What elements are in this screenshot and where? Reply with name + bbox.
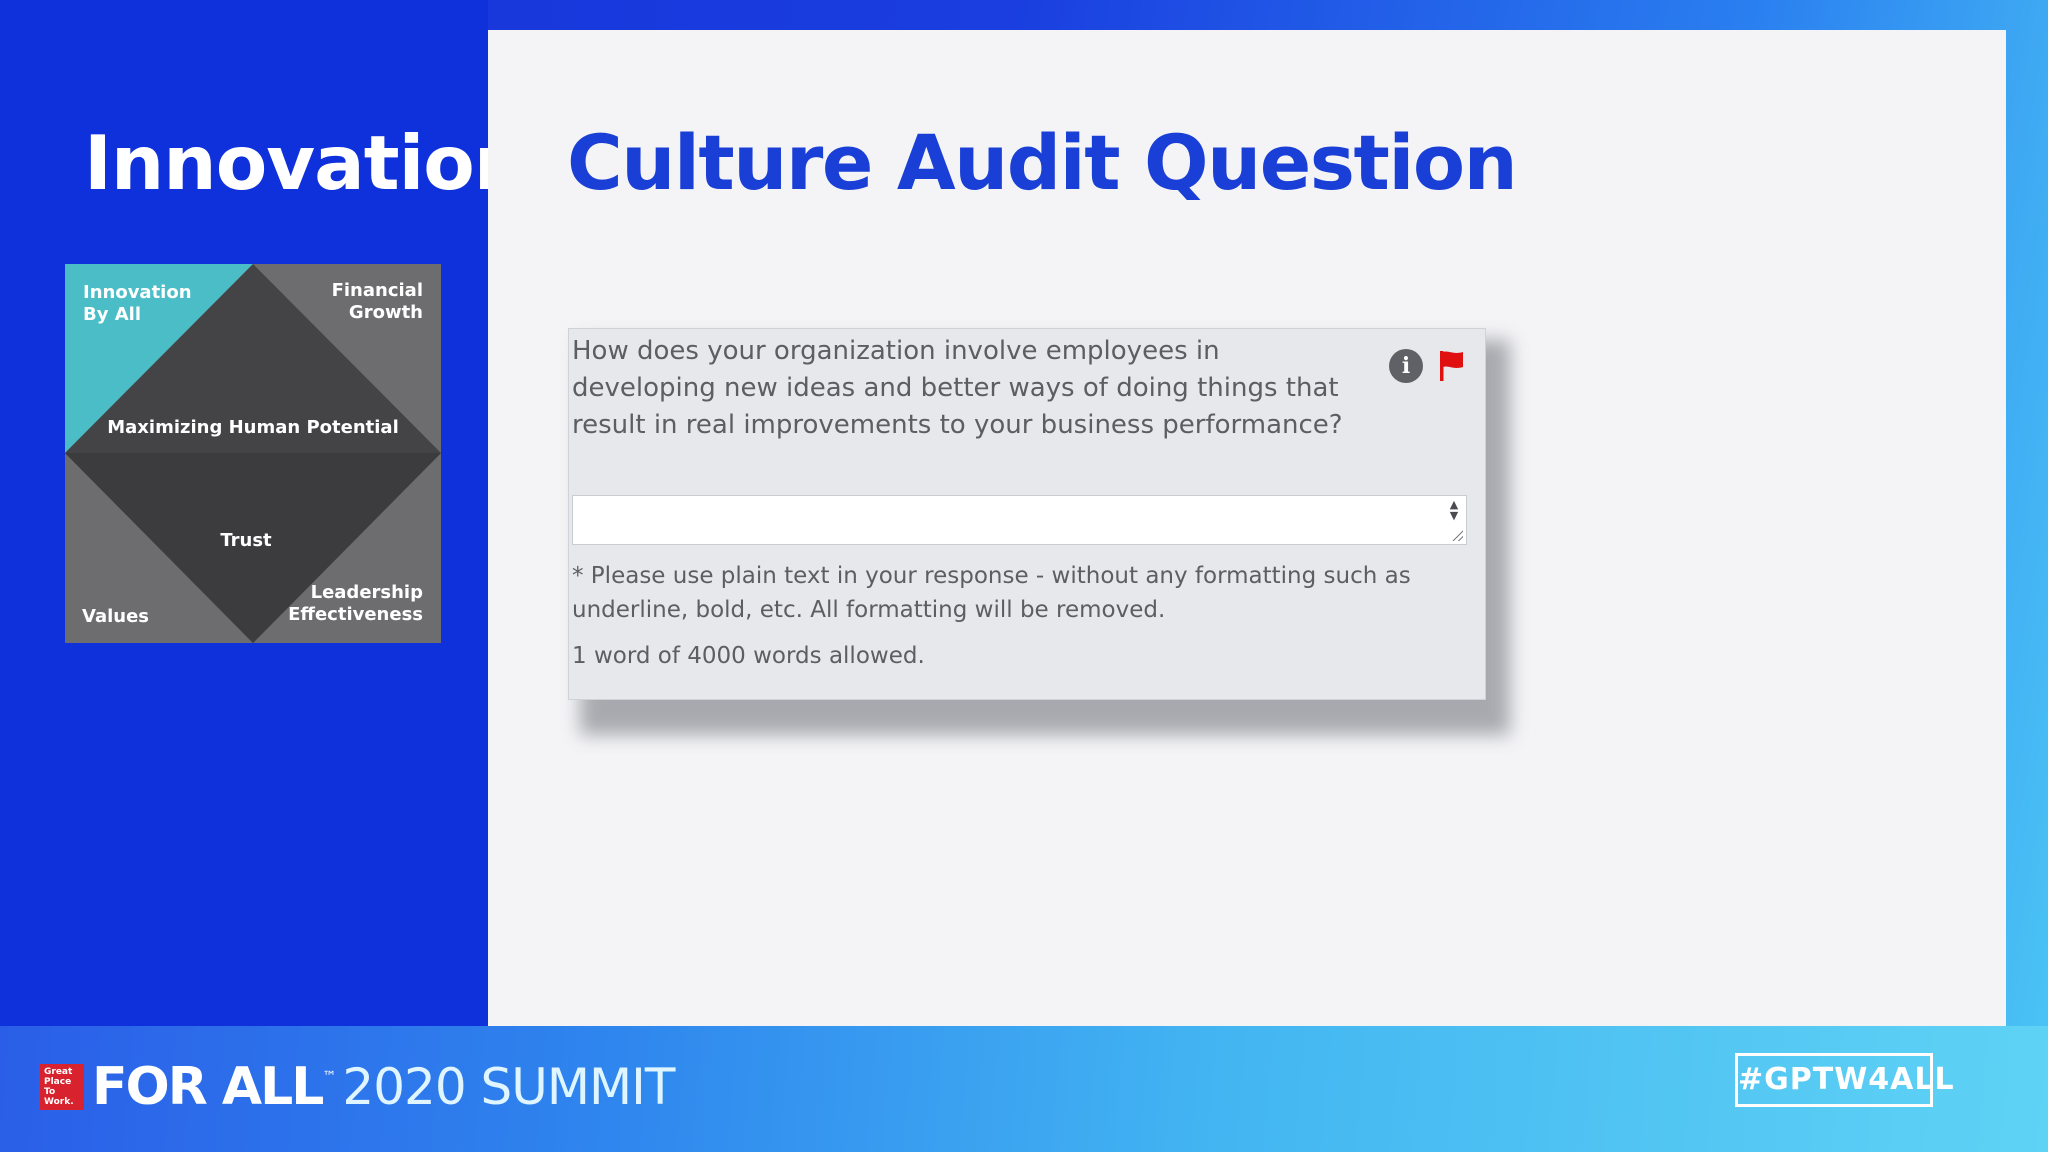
label-maximizing-human-potential: Maximizing Human Potential [107, 417, 399, 438]
summit-brand: Great Place To Work. FOR ALL ™ 2020 SUMM… [40, 1057, 675, 1117]
question-card: How does your organization involve emplo… [568, 328, 1486, 700]
formatting-note: * Please use plain text in your response… [572, 563, 1411, 623]
label-innovation-by-all: Innovation By All [83, 282, 192, 325]
hashtag-badge: #GPTW4ALL [1735, 1053, 1954, 1107]
brand-trademark: ™ [322, 1069, 337, 1085]
flag-icon[interactable] [1437, 349, 1467, 383]
resize-handle-icon[interactable] [1451, 529, 1463, 541]
info-icon[interactable]: i [1389, 349, 1423, 383]
label-trust: Trust [220, 530, 272, 551]
brand-for-all: FOR ALL [92, 1057, 324, 1117]
question-text: How does your organization involve emplo… [572, 336, 1343, 440]
section-title: Innovation [84, 119, 527, 207]
response-textarea[interactable] [572, 495, 1467, 545]
model-diagram: Innovation By All Financial Growth Maxim… [65, 264, 441, 643]
label-leadership-effectiveness: Leadership Effectiveness [288, 582, 423, 625]
label-values: Values [82, 606, 149, 627]
label-financial-growth: Financial Growth [331, 280, 423, 323]
brand-summit: 2020 SUMMIT [342, 1058, 675, 1116]
stepper-arrows-icon[interactable]: ▲ ▼ [1445, 499, 1463, 523]
page-title: Culture Audit Question [567, 118, 1518, 207]
gptw-logo: Great Place To Work. [40, 1064, 84, 1110]
word-count: 1 word of 4000 words allowed. [572, 643, 925, 669]
